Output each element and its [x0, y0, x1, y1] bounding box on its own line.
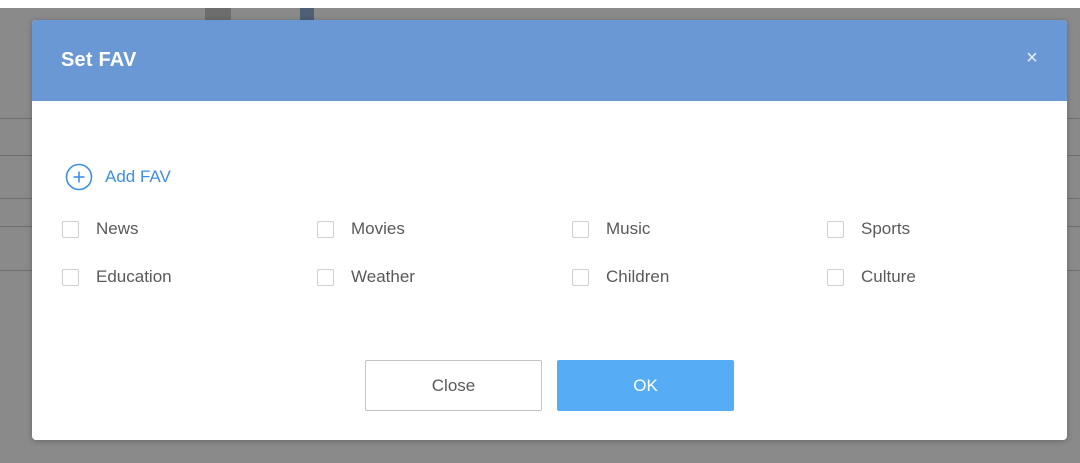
option-label: Culture — [861, 267, 916, 286]
option-sports[interactable]: Sports — [827, 218, 910, 240]
background-divider — [0, 198, 32, 199]
option-label: Education — [96, 267, 172, 286]
background-divider — [0, 226, 32, 227]
option-label: Weather — [351, 267, 415, 286]
plus-circle-icon — [65, 163, 93, 191]
option-weather[interactable]: Weather — [317, 266, 415, 288]
dialog-title: Set FAV — [61, 49, 137, 71]
close-button[interactable]: Close — [365, 360, 542, 411]
checkbox[interactable] — [317, 220, 334, 238]
add-fav-label: Add FAV — [105, 167, 171, 186]
checkbox[interactable] — [62, 220, 79, 238]
option-label: Sports — [861, 219, 911, 238]
option-music[interactable]: Music — [572, 218, 650, 240]
background-tab — [205, 8, 231, 20]
background-divider — [1068, 198, 1080, 199]
background-divider — [0, 118, 32, 119]
option-label: Children — [606, 267, 670, 286]
checkbox[interactable] — [572, 268, 589, 286]
option-label: Movies — [351, 219, 405, 238]
option-culture[interactable]: Culture — [827, 266, 916, 288]
option-education[interactable]: Education — [62, 266, 172, 288]
backdrop-top-strip — [0, 0, 1080, 8]
checkbox[interactable] — [62, 268, 79, 286]
option-news[interactable]: News — [62, 218, 139, 240]
checkbox[interactable] — [572, 220, 589, 238]
background-divider — [0, 270, 32, 271]
checkbox[interactable] — [827, 268, 844, 286]
set-fav-dialog: Set FAV × Add FAV News Movies Music Spor… — [32, 20, 1067, 440]
checkbox[interactable] — [317, 268, 334, 286]
option-label: News — [96, 219, 139, 238]
checkbox[interactable] — [827, 220, 844, 238]
option-movies[interactable]: Movies — [317, 218, 405, 240]
option-children[interactable]: Children — [572, 266, 669, 288]
background-divider — [1068, 118, 1080, 119]
background-divider — [0, 155, 32, 156]
dialog-header: Set FAV × — [32, 20, 1067, 101]
add-fav-button[interactable]: Add FAV — [65, 163, 171, 191]
close-icon[interactable]: × — [1022, 47, 1042, 69]
background-divider — [1068, 226, 1080, 227]
ok-button[interactable]: OK — [557, 360, 734, 411]
option-label: Music — [606, 219, 651, 238]
background-tab — [300, 8, 314, 20]
background-divider — [1068, 155, 1080, 156]
background-divider — [1068, 270, 1080, 271]
